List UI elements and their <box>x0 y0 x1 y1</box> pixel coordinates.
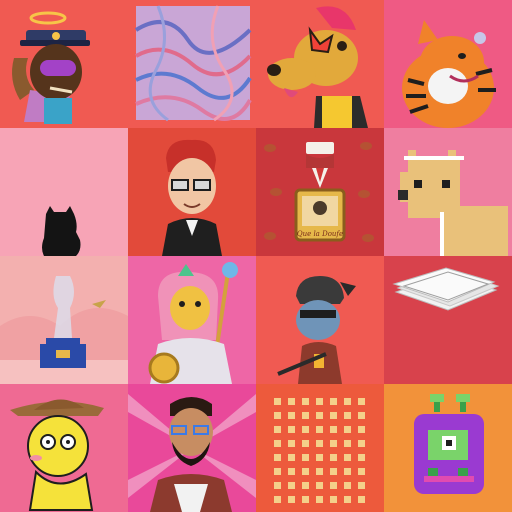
grid-dot <box>330 440 337 447</box>
grid-dot <box>358 412 365 419</box>
medal-collectible: Que la Doufe <box>264 142 374 242</box>
pink-haired-fantasy-warrior <box>148 262 238 384</box>
grid-dot <box>344 412 351 419</box>
grid-dot <box>302 482 309 489</box>
grid-dot <box>288 496 295 503</box>
dot-grid-generative-art <box>274 398 365 503</box>
nft-tile-13[interactable] <box>0 384 128 512</box>
grid-dot <box>274 482 281 489</box>
grid-dot <box>358 482 365 489</box>
grid-dot <box>274 468 281 475</box>
grid-dot <box>302 426 309 433</box>
grid-dot <box>358 496 365 503</box>
grid-dot <box>302 412 309 419</box>
nft-tile-1[interactable] <box>0 0 128 128</box>
grid-dot <box>274 440 281 447</box>
grid-dot <box>302 440 309 447</box>
grid-dot <box>288 454 295 461</box>
nft-tile-16[interactable] <box>384 384 512 512</box>
grid-dot <box>344 496 351 503</box>
nft-tile-9[interactable] <box>0 256 128 384</box>
dog-with-red-hair-avatar <box>267 6 368 128</box>
grid-dot <box>316 482 323 489</box>
grid-dot <box>302 468 309 475</box>
nft-tile-15[interactable] <box>256 384 384 512</box>
grid-dot <box>288 482 295 489</box>
nft-tile-2[interactable] <box>128 0 256 128</box>
grid-dot <box>288 468 295 475</box>
grid-dot <box>330 398 337 405</box>
grid-dot <box>288 412 295 419</box>
grid-dot <box>330 496 337 503</box>
grid-dot <box>344 468 351 475</box>
nft-tile-11[interactable] <box>256 256 384 384</box>
pixel-alien-creature <box>414 394 484 494</box>
yellow-cowboy-creature <box>10 399 104 511</box>
nft-tile-12[interactable] <box>384 256 512 384</box>
grid-dot <box>274 454 281 461</box>
grid-dot <box>274 412 281 419</box>
grid-dot <box>274 398 281 405</box>
grid-dot <box>288 426 295 433</box>
abstract-swirl-art <box>134 5 252 122</box>
nft-tile-7[interactable]: Que la Doufe <box>256 128 384 256</box>
nft-tile-8[interactable] <box>384 128 512 256</box>
grid-dot <box>316 496 323 503</box>
tiger-cartoon-avatar <box>402 20 496 128</box>
grid-dot <box>344 440 351 447</box>
bearded-man-avatar <box>128 394 256 512</box>
grid-dot <box>302 454 309 461</box>
grid-dot <box>330 412 337 419</box>
grid-dot <box>274 496 281 503</box>
grid-dot <box>358 454 365 461</box>
grid-dot <box>316 454 323 461</box>
nft-tile-4[interactable] <box>384 0 512 128</box>
nft-gallery-grid: Que la Doufe <box>0 0 512 512</box>
haloed-police-cat-avatar <box>12 11 90 124</box>
grid-dot <box>316 426 323 433</box>
grid-dot <box>316 468 323 475</box>
grid-dot <box>330 482 337 489</box>
grid-dot <box>288 398 295 405</box>
grid-dot <box>316 440 323 447</box>
grid-dot <box>358 468 365 475</box>
grid-dot <box>358 398 365 405</box>
grid-dot <box>330 454 337 461</box>
nft-tile-3[interactable] <box>256 0 384 128</box>
grid-dot <box>344 398 351 405</box>
pixel-alpaca-avatar <box>398 150 508 256</box>
grid-dot <box>358 440 365 447</box>
nft-tile-5[interactable] <box>0 128 128 256</box>
red-haired-man-avatar <box>162 139 222 256</box>
medal-caption: Que la Doufe <box>297 230 343 238</box>
nft-tile-14[interactable] <box>128 384 256 512</box>
grid-dot <box>344 482 351 489</box>
paper-stack-art <box>392 267 500 311</box>
grid-dot <box>302 398 309 405</box>
grid-dot <box>316 412 323 419</box>
grid-dot <box>330 426 337 433</box>
grid-dot <box>344 426 351 433</box>
grid-dot <box>330 468 337 475</box>
grid-dot <box>316 398 323 405</box>
grid-dot <box>302 496 309 503</box>
grid-dot <box>288 440 295 447</box>
grid-dot <box>344 454 351 461</box>
grid-dot <box>274 426 281 433</box>
samurai-dog-avatar <box>277 276 356 384</box>
nft-tile-6[interactable] <box>128 128 256 256</box>
grid-dot <box>358 426 365 433</box>
crystal-statue-3d-art <box>0 256 128 384</box>
cat-silhouette-art <box>42 206 81 256</box>
nft-tile-10[interactable] <box>128 256 256 384</box>
